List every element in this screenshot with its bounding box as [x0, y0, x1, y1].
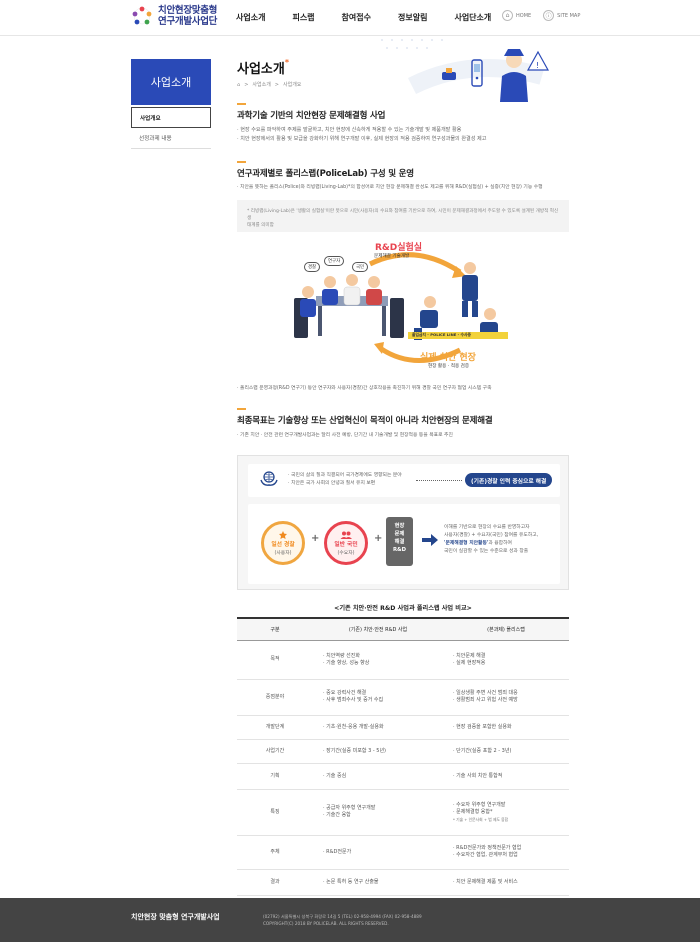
table-row: 특징 · 공급자 위주형 연구개발 · 기술간 융합 · 수요자 위주형 연구개발… — [237, 789, 569, 836]
site-logo[interactable]: 치안현장맞춤형 연구개발사업단 — [131, 5, 217, 27]
page-title: 사업소개* — [237, 58, 290, 77]
section-marker — [237, 103, 246, 105]
footer-logo: 치안현장 맞춤형 연구개발사업 — [131, 913, 220, 921]
logo-line2: 연구개발사업단 — [158, 16, 218, 27]
sitemap-label: SITE MAP — [557, 12, 581, 19]
plus-icon: + — [311, 533, 320, 544]
section3-title: 최종목표는 기술향상 또는 산업혁신이 목적이 아니라 치안현장의 문제해결 — [237, 416, 493, 426]
existing-pill: (기존)경찰 인력 중심으로 해결 — [465, 473, 553, 487]
home-label: HOME — [516, 12, 532, 19]
utility-links: ⌂ HOME ⓘ SITE MAP — [502, 10, 592, 21]
table-header: (본과제) 폴리스랩 — [443, 617, 569, 641]
nav-item-about[interactable]: 사업단소개 — [454, 12, 491, 23]
table-row: 중점분야 · 중요 강력사건 해결 · 사후 범죄수사 및 증거 수집 · 일상생… — [237, 679, 569, 716]
section-marker — [237, 161, 246, 163]
table-row: 개발단계 · 기초·원천-응용 개발-실용화 · 현장 검증을 포함한 실용화 — [237, 715, 569, 740]
rnd-box: 현장 문제 해결 R&D — [386, 517, 413, 566]
table-row: 기획 · 기술 중심 · 기술 사회 치안 통합적 — [237, 763, 569, 790]
people-icon — [340, 531, 352, 539]
sidebar-menu: 사업개요 선정과제 내용 — [131, 107, 211, 149]
breadcrumb: ⌂ > 사업소개 > 사업개요 — [237, 81, 302, 89]
solution-panel: · 국민의 삶의 질과 직결되어 국가경제에도 영향되는 분야 · 치안은 국가… — [237, 455, 569, 590]
sidebar-title: 사업소개 — [131, 59, 211, 105]
lab-title: R&D실험실 — [375, 243, 423, 253]
bubble-citizen: 국민 — [352, 262, 369, 272]
police-line-tape: 출입금지 - POLICE LINE - 수사중 — [412, 332, 472, 337]
nav-item-intro[interactable]: 사업소개 — [236, 12, 265, 23]
bubble-researcher: 연구자 — [324, 256, 345, 266]
table-row: 목적 · 치안역량 선진화 · 기술 향상, 성능 향상 · 치안문제 해결 · 실… — [237, 640, 569, 680]
home-icon: ⌂ — [502, 10, 513, 21]
livinglab-note: * 리빙랩(Living-Lab)은 '생활의 실험실'이란 뜻으로 시민(사용… — [237, 200, 569, 232]
sidebar-item-selected[interactable]: 선정과제 내용 — [131, 128, 211, 149]
bubble-police: 경찰 — [304, 262, 321, 272]
section2-after: · 폴리스랩 운영과정(R&D 연구기) 동안 연구자와 사용자(경찰)간 상호… — [237, 386, 492, 391]
sidebar-item-overview[interactable]: 사업개요 — [131, 107, 211, 128]
section1-title: 과학기술 기반의 치안현장 문제해결형 사업 — [237, 111, 386, 121]
section1-body: · 현장 수요를 파악하여 주제를 발굴하고, 치안 현장에 신속하게 적용할 … — [237, 127, 487, 142]
police-badge-icon — [279, 530, 287, 539]
site-header: 치안현장맞춤형 연구개발사업단 사업소개 피스랩 참여접수 정보알림 사업단소개… — [0, 0, 700, 36]
hero-police-illustration: ! — [381, 39, 550, 102]
circle-police: 일선 경찰 (사용자) — [261, 521, 305, 565]
section2-title: 연구과제별로 폴리스랩(PoliceLab) 구성 및 운영 — [237, 169, 414, 179]
lab-subtitle: 문제해결 기술개발 — [374, 254, 410, 259]
logo-line1: 치안현장맞춤형 — [158, 5, 218, 16]
sitemap-link[interactable]: ⓘ SITE MAP — [543, 10, 580, 21]
nav-item-apply[interactable]: 참여접수 — [342, 12, 371, 23]
table-row: 사업기간 · 장기간(실증 미포함 3 - 5년) · 단기간(실증 포함 2 … — [237, 739, 569, 764]
field-subtitle: 현장 활용 · 적용 검증 — [428, 364, 470, 369]
section3-body: · 기존 치안 · 안전 관련 연구개발사업과는 달리 사전 예방, 단기간 내… — [237, 433, 453, 438]
table-header: 구분 — [237, 617, 313, 641]
plus-icon: + — [374, 533, 383, 544]
breadcrumb-item-overview: 사업개요 — [283, 82, 302, 88]
table-row: 결과 · 논문 특허 등 연구 산출물 · 치안 문제해결 제품 및 서비스 — [237, 869, 569, 896]
nav-item-policelab[interactable]: 피스랩 — [292, 12, 314, 23]
home-icon[interactable]: ⌂ — [237, 82, 240, 88]
svg-text:!: ! — [536, 61, 539, 70]
comparison-table: 구분 (기존) 치안·안전 R&D 사업 (본과제) 폴리스랩 목적 · 치안역… — [237, 617, 569, 896]
new-approach: 일선 경찰 (사용자) + 일반 국민 (수요자) + 현장 문제 해결 R&D… — [248, 504, 560, 584]
sitemap-icon: ⓘ — [543, 10, 555, 21]
table-row: 주체 · R&D전문가 · R&D전문가와 정책전문가 협업 · 수요자간 협업,… — [237, 835, 569, 870]
section-marker — [237, 408, 246, 410]
section2-body: · 치안을 뜻하는 폴리스(Police)와 리빙랩(Living-Lab)*의… — [237, 185, 543, 190]
result-text: 이해를 기반으로 현장의 수요를 반영하고자 사용자(경찰) + 수요자(국민)… — [444, 525, 539, 554]
table-title: <기존 치안·안전 R&D 사업과 폴리스랩 사업 비교> — [334, 605, 472, 612]
dotted-arrow — [416, 480, 462, 481]
table-header: (기존) 치안·안전 R&D 사업 — [313, 617, 443, 641]
existing-approach: · 국민의 삶의 질과 직결되어 국가경제에도 영향되는 분야 · 치안은 국가… — [248, 464, 560, 497]
logo-mark-icon — [132, 6, 152, 25]
policelab-diagram: R&D실험실 문제해결 기술개발 경찰 연구자 국민 출입금지 - POLICE… — [290, 240, 520, 380]
home-link[interactable]: ⌂ HOME — [502, 10, 531, 21]
nav-item-notice[interactable]: 정보알림 — [398, 12, 427, 23]
globe-hands-icon — [260, 471, 278, 486]
footer-info: (02792) 서울특별시 성북구 화랑로 14길 5 (TEL) 02-958… — [263, 914, 422, 926]
breadcrumb-item-intro[interactable]: 사업소개 — [252, 81, 270, 88]
circle-citizen: 일반 국민 (수요자) — [324, 521, 368, 565]
site-footer: 치안현장 맞춤형 연구개발사업 (02792) 서울특별시 성북구 화랑로 14… — [0, 898, 700, 942]
main-nav: 사업소개 피스랩 참여접수 정보알림 사업단소개 — [236, 12, 518, 23]
right-arrow-icon — [422, 534, 438, 546]
field-title: 실제 치안 현장 — [420, 353, 476, 363]
